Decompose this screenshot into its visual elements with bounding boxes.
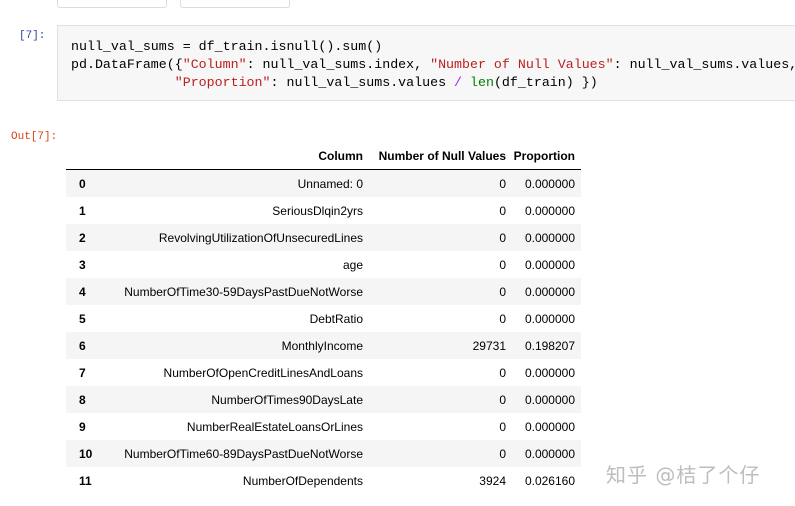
cell-null-count: 3924 [479, 473, 506, 488]
table-row: 0 Unnamed: 0 0 0.000000 [66, 169, 581, 197]
cell-proportion: 0.000000 [524, 446, 575, 461]
cell-proportion: 0.000000 [524, 419, 575, 434]
table-row: 4 NumberOfTime30-59DaysPastDueNotWorse 0 0.… [66, 278, 581, 305]
row-index: 3 [79, 257, 86, 272]
cell-column: NumberOfTimes90DaysLate [211, 392, 363, 407]
cell-column: age [342, 257, 363, 272]
table-row: 1 SeriousDlqin2yrs 0 0.000000 [66, 197, 581, 224]
row-index: 1 [79, 203, 86, 218]
cell-null-count: 0 [499, 203, 506, 218]
cell-null-count: 0 [499, 446, 506, 461]
cell-proportion: 0.198207 [524, 338, 575, 353]
code-editor[interactable]: null_val_sums = df_train.isnull().sum() … [71, 38, 795, 92]
column-header-column: Column [98, 143, 369, 170]
row-index: 7 [79, 365, 86, 380]
index-header [66, 143, 98, 170]
cell-column: NumberOfDependents [242, 473, 363, 488]
column-header-null-count: Number of Null Values [369, 143, 512, 170]
table-row: 3 age 0 0.000000 [66, 251, 581, 278]
code-line: null_val_sums = df_train.isnull().sum() [71, 39, 383, 54]
table-row: 11 NumberOfDependents 3924 0.026160 [66, 467, 581, 494]
row-index: 6 [79, 338, 86, 353]
code-line: pd.DataFrame({"Column": null_val_sums.in… [71, 57, 795, 72]
cell-column: NumberOfTime30-59DaysPastDueNotWorse [124, 284, 363, 299]
row-index: 10 [79, 446, 93, 461]
toolbar-button[interactable] [180, 0, 290, 8]
code-line: "Proportion": null_val_sums.values / len… [174, 75, 598, 90]
cell-proportion: 0.000000 [524, 311, 575, 326]
table-row: 9 NumberRealEstateLoansOrLines 0 0.000000 [66, 413, 581, 440]
table-row: 6 MonthlyIncome 29731 0.198207 [66, 332, 581, 359]
cell-column: NumberOfTime60-89DaysPastDueNotWorse [124, 446, 363, 461]
code-cell[interactable]: null_val_sums = df_train.isnull().sum() … [57, 25, 795, 101]
cell-proportion: 0.000000 [524, 203, 575, 218]
cell-column: NumberOfOpenCreditLinesAndLoans [163, 365, 363, 380]
cell-null-count: 0 [499, 311, 506, 326]
cell-proportion: 0.000000 [524, 230, 575, 245]
cell-column: Unnamed: 0 [297, 176, 363, 191]
row-index: 5 [79, 311, 86, 326]
cell-null-count: 0 [499, 392, 506, 407]
table-row: 5 DebtRatio 0 0.000000 [66, 305, 581, 332]
cell-proportion: 0.026160 [524, 473, 575, 488]
cell-proportion: 0.000000 [524, 176, 575, 191]
column-header-proportion: Proportion [512, 143, 581, 170]
dataframe-table: Column Number of Null Values Proportion … [66, 143, 581, 494]
cell-column: DebtRatio [309, 311, 363, 326]
table-row: 8 NumberOfTimes90DaysLate 0 0.000000 [66, 386, 581, 413]
cell-column: RevolvingUtilizationOfUnsecuredLines [158, 230, 363, 245]
table-row: 2 RevolvingUtilizationOfUnsecuredLines 0 0.… [66, 224, 581, 251]
cell-null-count: 29731 [472, 338, 506, 353]
cell-column: MonthlyIncome [281, 338, 363, 353]
row-index: 2 [79, 230, 86, 245]
table-row: 10 NumberOfTime60-89DaysPastDueNotWorse 0 0… [66, 440, 581, 467]
row-index: 9 [79, 419, 86, 434]
watermark: 知乎 @桔了个仔 [606, 463, 761, 487]
toolbar-button[interactable] [57, 0, 167, 8]
cell-null-count: 0 [499, 365, 506, 380]
cell-null-count: 0 [499, 257, 506, 272]
output-dataframe: Column Number of Null Values Proportion … [66, 143, 581, 494]
table-row: 7 NumberOfOpenCreditLinesAndLoans 0 0.00000… [66, 359, 581, 386]
row-index: 11 [79, 473, 92, 488]
row-index: 8 [79, 392, 86, 407]
cell-proportion: 0.000000 [524, 284, 575, 299]
cell-proportion: 0.000000 [524, 257, 575, 272]
table-header-row: Column Number of Null Values Proportion [66, 143, 581, 170]
cell-column: NumberRealEstateLoansOrLines [186, 419, 363, 434]
row-index: 0 [79, 176, 86, 191]
cell-proportion: 0.000000 [524, 365, 575, 380]
cell-null-count: 0 [499, 284, 506, 299]
cell-proportion: 0.000000 [524, 392, 575, 407]
input-prompt: [7]: [19, 30, 46, 42]
row-index: 4 [79, 284, 86, 299]
cell-null-count: 0 [499, 419, 506, 434]
cell-null-count: 0 [499, 230, 506, 245]
output-prompt: Out[7]: [11, 131, 58, 143]
cell-null-count: 0 [499, 176, 506, 191]
cell-column: SeriousDlqin2yrs [272, 203, 363, 218]
